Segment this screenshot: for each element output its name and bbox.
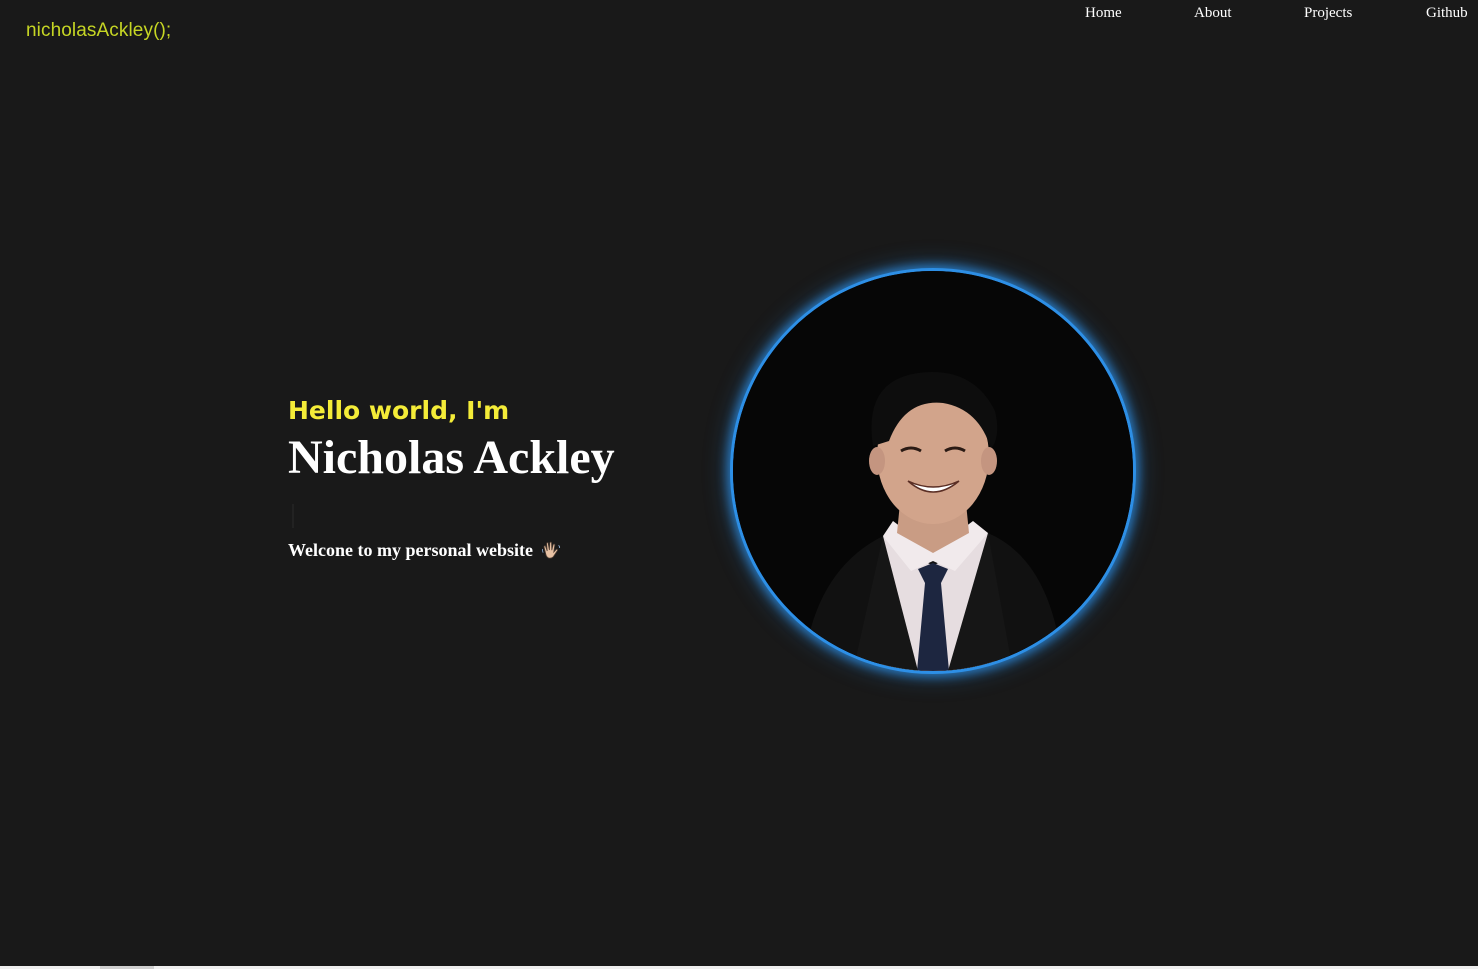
nav-projects-link[interactable]: Projects <box>1304 5 1352 22</box>
hero-welcome-text: Welcone to my personal website <box>288 540 533 560</box>
nav-about-link[interactable]: About <box>1194 5 1232 22</box>
hero-greeting: Hello world, I'm <box>288 396 510 425</box>
main-nav: Home About Projects Github <box>0 5 1478 25</box>
nav-github-link[interactable]: Github <box>1426 5 1468 22</box>
hero-welcome: Welcone to my personal website <box>288 540 708 561</box>
profile-photo <box>733 271 1133 671</box>
typing-cursor <box>292 504 294 528</box>
nav-home-link[interactable]: Home <box>1085 5 1122 22</box>
hero-intro: Hello world, I'm Nicholas Ackley Welcone… <box>288 394 708 561</box>
profile-avatar <box>730 268 1136 674</box>
hero-name: Nicholas Ackley <box>288 431 615 484</box>
waving-hand-icon <box>541 540 561 560</box>
